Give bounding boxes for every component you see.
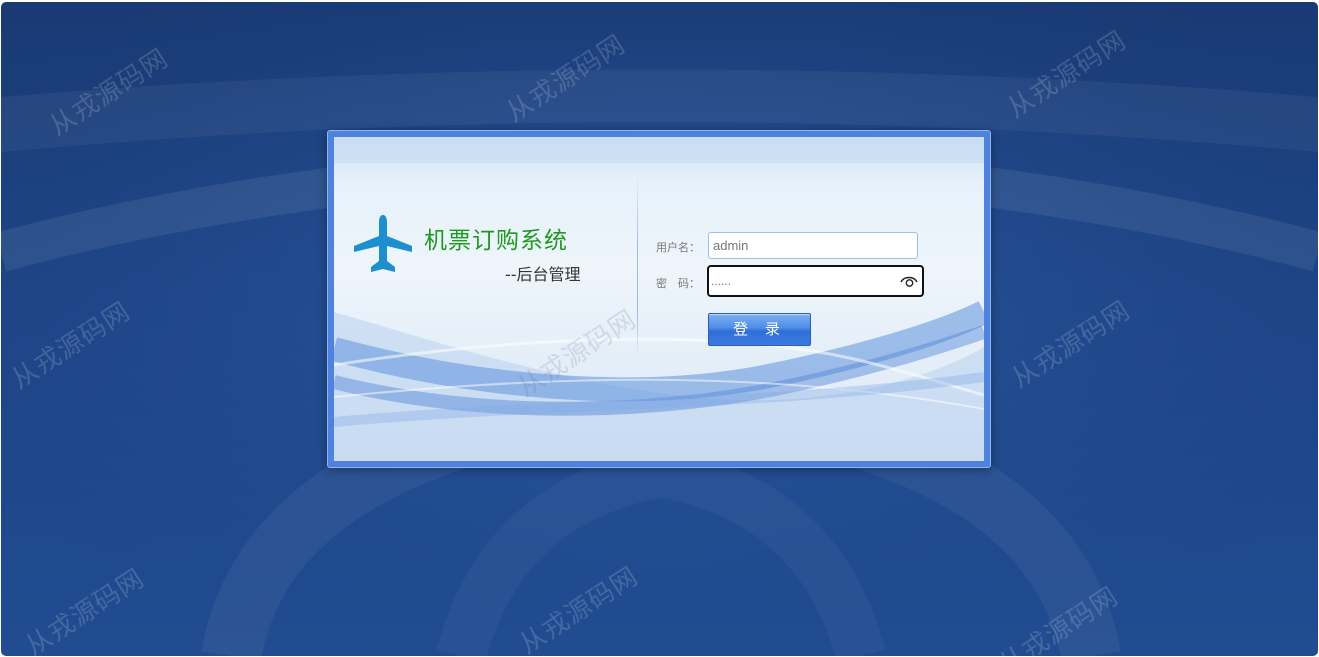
login-button[interactable]: 登 录 — [708, 313, 811, 346]
app-title: 机票订购系统 — [424, 228, 568, 254]
username-input[interactable] — [708, 232, 918, 259]
password-label: 密 码： — [656, 277, 700, 290]
password-input[interactable] — [711, 267, 891, 295]
login-panel: 从戎源码网 机票订购系统 --后台管理 用户名： 密 码： 登 录 — [327, 130, 991, 468]
airplane-icon — [354, 215, 412, 272]
app-subtitle: --后台管理 — [505, 265, 581, 284]
eye-icon[interactable] — [900, 273, 918, 289]
login-card: 从戎源码网 机票订购系统 --后台管理 用户名： 密 码： 登 录 — [334, 137, 984, 461]
username-label: 用户名： — [656, 241, 700, 254]
login-page: 从戎源码网 从戎源码网 从戎源码网 从戎源码网 从戎源码网 从戎源码网 从戎源码… — [1, 2, 1318, 656]
password-field[interactable] — [707, 265, 924, 297]
wave-decoration — [334, 137, 984, 461]
